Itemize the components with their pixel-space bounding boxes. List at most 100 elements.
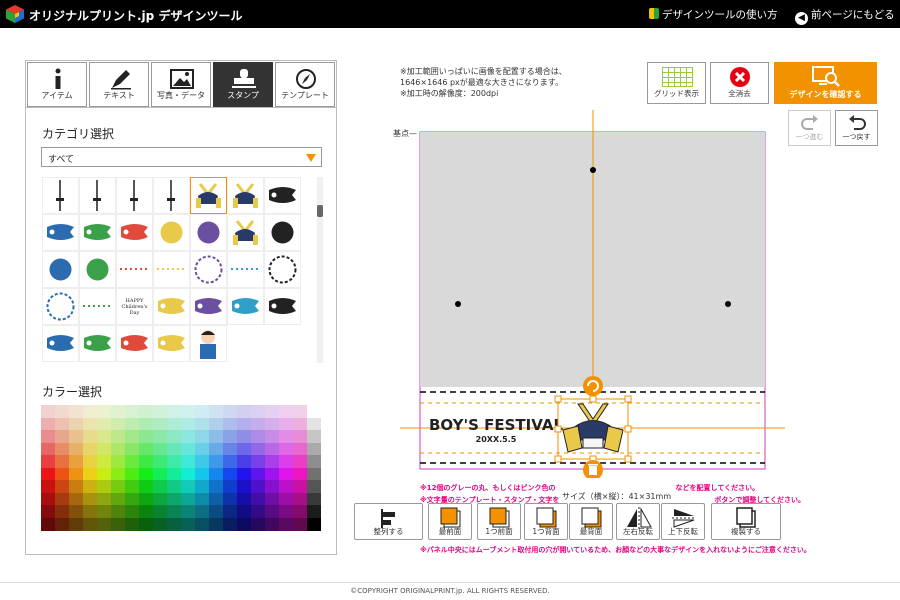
color-swatch[interactable]	[265, 467, 279, 481]
stamp-koinobori-black[interactable]	[264, 177, 301, 214]
color-swatch[interactable]	[153, 442, 167, 456]
stamp-koinobori-small-blue-3[interactable]	[116, 325, 153, 362]
color-swatch[interactable]	[111, 467, 125, 481]
color-swatch[interactable]	[153, 455, 167, 468]
color-swatch[interactable]	[195, 505, 209, 518]
color-swatch[interactable]	[139, 430, 153, 443]
color-swatch[interactable]	[153, 405, 167, 418]
color-swatch[interactable]	[237, 405, 251, 418]
color-swatch[interactable]	[279, 455, 293, 468]
color-swatch[interactable]	[265, 492, 279, 506]
color-swatch[interactable]	[139, 405, 153, 418]
color-swatch[interactable]	[139, 442, 153, 456]
color-swatch[interactable]	[167, 405, 181, 418]
color-swatch[interactable]	[55, 455, 69, 468]
color-swatch[interactable]	[181, 442, 195, 456]
color-swatch[interactable]	[293, 417, 307, 431]
color-swatch[interactable]	[111, 405, 125, 418]
color-swatch[interactable]	[41, 430, 55, 443]
color-swatch[interactable]	[279, 467, 293, 481]
color-swatch[interactable]	[279, 430, 293, 443]
color-swatch[interactable]	[209, 517, 223, 531]
stamp-mizuhiki[interactable]	[153, 214, 190, 251]
color-swatch[interactable]	[41, 405, 55, 418]
color-swatch[interactable]	[83, 492, 97, 506]
color-swatch[interactable]	[307, 405, 321, 418]
color-swatch[interactable]	[83, 442, 97, 456]
color-swatch[interactable]	[41, 505, 55, 518]
color-swatch[interactable]	[307, 430, 321, 443]
color-swatch[interactable]	[279, 480, 293, 493]
color-swatch[interactable]	[293, 467, 307, 481]
color-swatch[interactable]	[111, 417, 125, 431]
color-swatch[interactable]	[69, 467, 83, 481]
stamp-koinobori-small-blue[interactable]	[227, 288, 264, 325]
color-swatch[interactable]	[111, 492, 125, 506]
stamp-border-blue[interactable]	[79, 288, 116, 325]
color-swatch[interactable]	[83, 430, 97, 443]
color-swatch[interactable]	[223, 467, 237, 481]
color-swatch[interactable]	[125, 480, 139, 493]
color-swatch[interactable]	[181, 417, 195, 431]
color-swatch[interactable]	[55, 505, 69, 518]
color-swatch[interactable]	[223, 505, 237, 518]
color-swatch[interactable]	[153, 505, 167, 518]
color-swatch[interactable]	[265, 505, 279, 518]
color-swatch[interactable]	[237, 480, 251, 493]
color-swatch[interactable]	[69, 505, 83, 518]
color-swatch[interactable]	[293, 517, 307, 531]
color-swatch[interactable]	[41, 480, 55, 493]
color-swatch[interactable]	[139, 467, 153, 481]
tab-photo[interactable]: 写真・データ	[151, 62, 211, 107]
color-swatch[interactable]	[97, 417, 111, 431]
color-swatch[interactable]	[195, 417, 209, 431]
color-swatch[interactable]	[251, 517, 265, 531]
color-swatch[interactable]	[251, 405, 265, 418]
color-swatch[interactable]	[237, 430, 251, 443]
color-swatch[interactable]	[167, 455, 181, 468]
stamp-koinobori-small-red[interactable]	[42, 325, 79, 362]
color-swatch[interactable]	[55, 417, 69, 431]
color-swatch[interactable]	[223, 517, 237, 531]
color-swatch[interactable]	[195, 480, 209, 493]
confirm-design-button[interactable]: デザインを確認する	[774, 62, 877, 104]
color-swatch[interactable]	[209, 455, 223, 468]
color-swatch[interactable]	[139, 517, 153, 531]
bring-forward-button[interactable]: 1つ前面	[477, 503, 521, 540]
redo-button[interactable]: 一つ進む	[788, 110, 831, 146]
color-swatch[interactable]	[265, 430, 279, 443]
color-swatch[interactable]	[139, 480, 153, 493]
color-swatch[interactable]	[111, 430, 125, 443]
tab-text[interactable]: テキスト	[89, 62, 149, 107]
stamp-wave-blue[interactable]	[264, 214, 301, 251]
stamp-koinobori-blue[interactable]	[79, 214, 116, 251]
color-swatch[interactable]	[293, 505, 307, 518]
color-swatch[interactable]	[181, 492, 195, 506]
color-swatch[interactable]	[97, 455, 111, 468]
rotate-handle[interactable]	[583, 376, 603, 396]
send-back-button[interactable]: 最背面	[569, 503, 613, 540]
color-swatch[interactable]	[153, 430, 167, 443]
color-swatch[interactable]	[125, 505, 139, 518]
color-swatch[interactable]	[293, 480, 307, 493]
color-swatch[interactable]	[83, 455, 97, 468]
flip-vertical-button[interactable]: 上下反転	[661, 503, 705, 540]
color-swatch[interactable]	[153, 467, 167, 481]
color-swatch[interactable]	[307, 467, 321, 481]
color-swatch[interactable]	[195, 430, 209, 443]
color-swatch[interactable]	[125, 517, 139, 531]
color-swatch[interactable]	[209, 505, 223, 518]
color-swatch[interactable]	[237, 492, 251, 506]
color-swatch[interactable]	[251, 505, 265, 518]
color-swatch[interactable]	[209, 467, 223, 481]
color-swatch[interactable]	[153, 417, 167, 431]
color-swatch[interactable]	[209, 492, 223, 506]
color-swatch[interactable]	[69, 492, 83, 506]
color-swatch[interactable]	[97, 480, 111, 493]
send-backward-button[interactable]: 1つ背面	[524, 503, 568, 540]
color-swatch[interactable]	[195, 517, 209, 531]
tab-stamp[interactable]: スタンプ	[213, 62, 273, 107]
color-swatch[interactable]	[97, 492, 111, 506]
color-swatch[interactable]	[251, 417, 265, 431]
color-swatch[interactable]	[97, 405, 111, 418]
